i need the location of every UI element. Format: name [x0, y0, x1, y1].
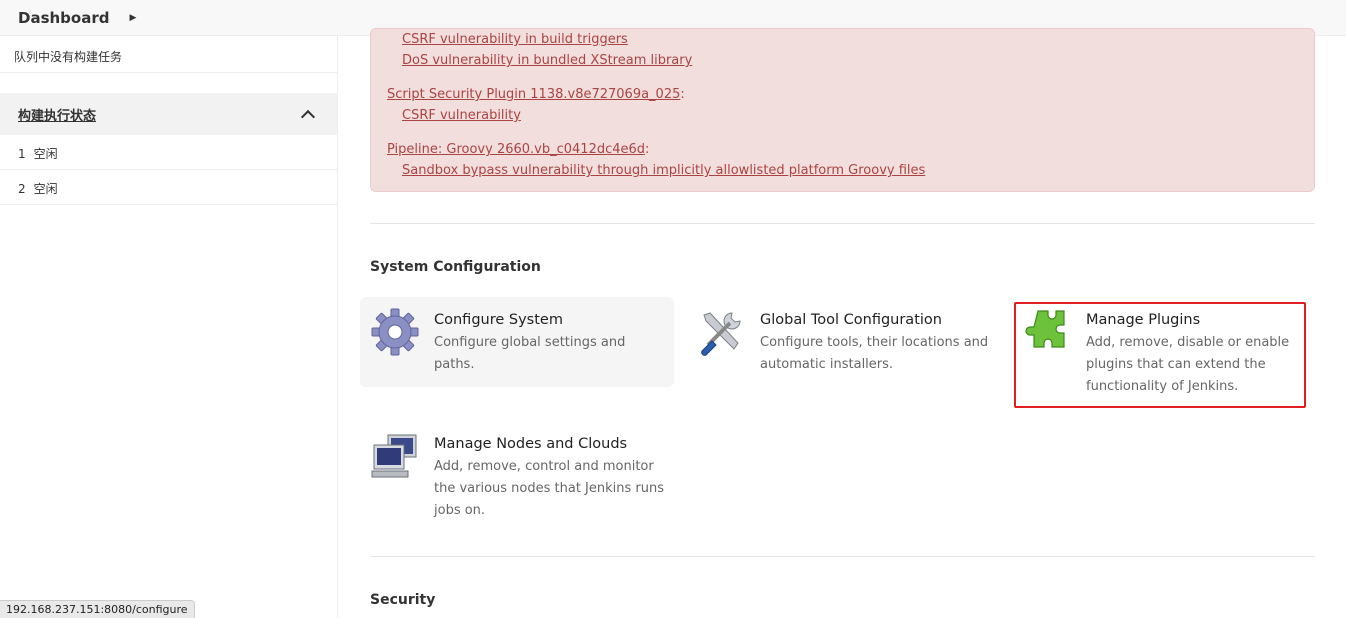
plugin-colon: :	[645, 142, 650, 157]
plugin-colon: :	[680, 87, 685, 102]
computers-icon	[370, 431, 424, 485]
executor-status-title[interactable]: 构建执行状态	[18, 105, 96, 124]
security-title: Security	[370, 592, 436, 608]
executor-number: 1	[18, 147, 26, 161]
section-divider	[370, 556, 1315, 557]
vulnerability-link[interactable]: Sandbox bypass vulnerability through imp…	[402, 163, 925, 178]
vulnerability-link[interactable]: DoS vulnerability in bundled XStream lib…	[402, 53, 692, 68]
executor-status: 空闲	[33, 182, 58, 196]
main-content: CSRF vulnerability in build triggers DoS…	[338, 28, 1346, 618]
executor-row: 1 空闲	[0, 135, 337, 170]
chevron-up-icon[interactable]	[300, 109, 316, 124]
breadcrumb-arrow-icon[interactable]: ▶	[129, 13, 136, 23]
gear-icon	[370, 307, 424, 361]
tile-title[interactable]: Configure System	[434, 310, 634, 330]
tile-title[interactable]: Global Tool Configuration	[760, 310, 995, 330]
security-warning-alert: CSRF vulnerability in build triggers DoS…	[370, 28, 1315, 192]
section-divider	[370, 223, 1315, 224]
status-bar-url: 192.168.237.151:8080/configure	[0, 600, 195, 618]
build-queue-empty: 队列中没有构建任务	[0, 36, 337, 73]
executor-status: 空闲	[33, 147, 58, 161]
sidebar: 队列中没有构建任务 构建执行状态 1 空闲 2 空闲	[0, 36, 338, 618]
plugin-link[interactable]: Pipeline: Groovy 2660.vb_c0412dc4e6d	[387, 142, 645, 157]
highlight-box	[1014, 302, 1306, 408]
executor-number: 2	[18, 182, 26, 196]
plugin-link[interactable]: Script Security Plugin 1138.v8e727069a_0…	[387, 87, 680, 102]
executor-row: 2 空闲	[0, 170, 337, 205]
tile-description: Add, remove, control and monitor the var…	[434, 459, 665, 518]
configure-system-tile[interactable]: Configure System Configure global settin…	[360, 297, 674, 387]
system-configuration-title: System Configuration	[370, 259, 541, 275]
vulnerability-link[interactable]: CSRF vulnerability	[402, 108, 521, 123]
tile-description: Configure tools, their locations and aut…	[760, 335, 989, 372]
executor-status-header[interactable]: 构建执行状态	[0, 93, 337, 135]
tile-title[interactable]: Manage Nodes and Clouds	[434, 434, 674, 454]
tile-description: Configure global settings and paths.	[434, 335, 626, 372]
global-tool-configuration-tile[interactable]: Global Tool Configuration Configure tool…	[686, 297, 1000, 387]
breadcrumb-dashboard[interactable]: Dashboard	[18, 9, 109, 27]
manage-nodes-tile[interactable]: Manage Nodes and Clouds Add, remove, con…	[360, 421, 674, 533]
vulnerability-link[interactable]: CSRF vulnerability in build triggers	[402, 32, 628, 47]
tools-icon	[696, 307, 750, 361]
